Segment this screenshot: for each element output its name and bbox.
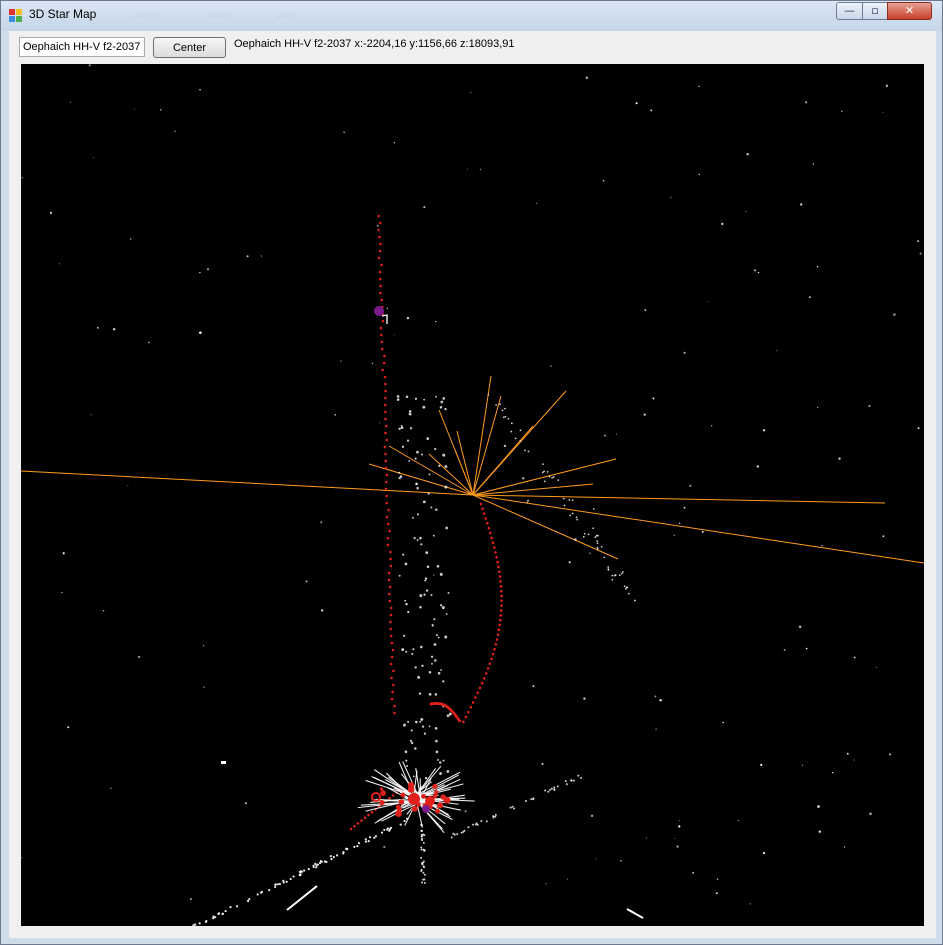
blurred-menu-1: ..........: [131, 9, 159, 20]
blurred-menu-3: ........: [276, 9, 299, 20]
client-area: Center Oephaich HH-V f2-2037 x:-2204,16 …: [9, 31, 936, 938]
title-bar[interactable]: 3D Star Map .......... ......... .......…: [1, 1, 942, 31]
minimize-button[interactable]: —: [836, 2, 863, 20]
close-button[interactable]: ✕: [887, 2, 932, 20]
window-title: 3D Star Map: [29, 7, 97, 21]
system-search-input[interactable]: [19, 37, 145, 57]
jump-rays: [21, 375, 924, 564]
app-icon: [9, 9, 23, 23]
coordinates-label: Oephaich HH-V f2-2037 x:-2204,16 y:1156,…: [234, 38, 515, 50]
marker-label-icon: [381, 314, 388, 324]
blurred-menu-2: .........: [206, 9, 232, 20]
star-map-viewport[interactable]: [21, 64, 924, 926]
star-map-canvas[interactable]: [21, 64, 924, 926]
maximize-button[interactable]: ▫: [862, 2, 888, 20]
center-button[interactable]: Center: [153, 37, 226, 58]
core-cluster: [357, 761, 475, 834]
destination-marker[interactable]: [374, 306, 384, 316]
app-window: 3D Star Map .......... ......... .......…: [0, 0, 943, 945]
route-path: [349, 214, 503, 831]
